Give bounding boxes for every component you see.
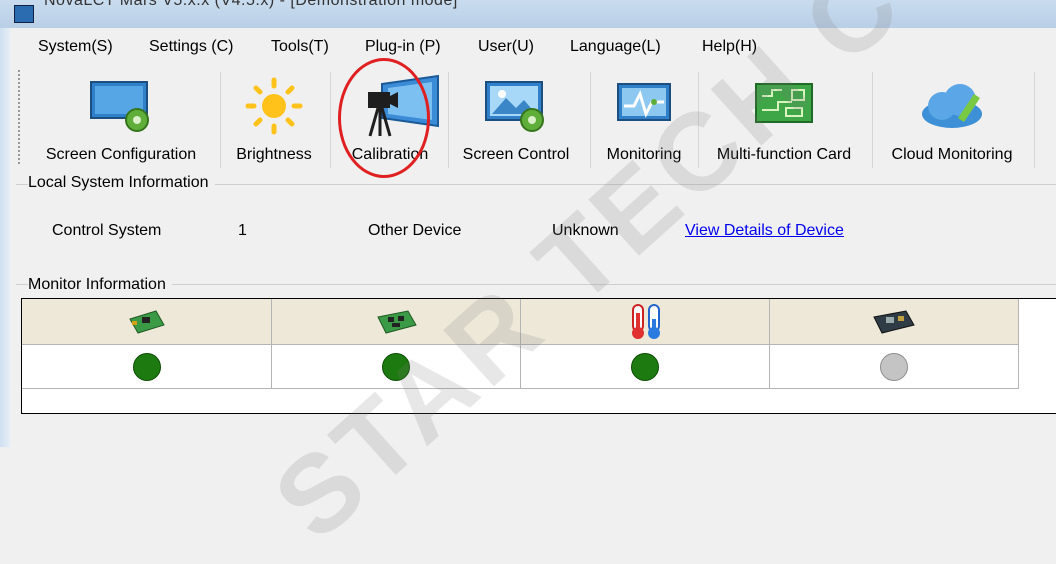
toolbar-separator: [448, 72, 449, 168]
toolbar-separator: [698, 72, 699, 168]
screen-control-button[interactable]: Screen Control: [452, 68, 580, 172]
brightness-button[interactable]: Brightness: [224, 68, 324, 172]
status-dot-unknown: [880, 352, 908, 381]
monitor-table: [21, 298, 1056, 414]
other-device-value: Unknown: [552, 222, 619, 239]
status-dot-ok: [382, 352, 410, 381]
monitor-info-title: Monitor Information: [28, 276, 172, 294]
status-dot-ok: [132, 352, 161, 381]
monitoring-button[interactable]: Monitoring: [594, 68, 694, 172]
status-dot-ok: [631, 352, 659, 381]
menu-system[interactable]: System(S): [38, 38, 113, 56]
menu-tools[interactable]: Tools(T): [271, 38, 329, 56]
cloud-monitoring-button[interactable]: Cloud Monitoring: [876, 68, 1028, 172]
temperature-column[interactable]: [521, 299, 770, 345]
circuit-board-icon: [755, 83, 813, 123]
control-system-label: Control System: [52, 222, 162, 239]
monitor-card-status: [770, 345, 1019, 389]
toolbar-grip[interactable]: [18, 70, 20, 166]
toolbar-label: Brightness: [236, 146, 312, 163]
monitor-card-icon: [873, 310, 915, 334]
menu-help[interactable]: Help(H): [702, 38, 757, 56]
sending-card-column[interactable]: [22, 299, 272, 345]
receiving-card-status: [272, 345, 521, 389]
temperature-status: [521, 345, 770, 389]
toolbar-separator: [330, 72, 331, 168]
view-details-link[interactable]: View Details of Device: [685, 222, 844, 240]
toolbar-separator: [220, 72, 221, 168]
menu-user[interactable]: User(U): [478, 38, 534, 56]
window-left-border: [0, 28, 10, 447]
screen-control-icon: [485, 81, 544, 132]
monitor-info-group: [16, 284, 1056, 295]
app-icon: [14, 5, 34, 23]
toolbar-separator: [1034, 72, 1035, 168]
menu-language[interactable]: Language(L): [570, 38, 661, 56]
sun-icon: [245, 77, 303, 135]
menu-settings[interactable]: Settings (C): [149, 38, 233, 56]
window-title: NovaLCT Mars V5.x.x (V4.5.x) - [Demonstr…: [44, 0, 458, 9]
thermometer-icon: [632, 304, 660, 339]
other-device-label: Other Device: [368, 222, 462, 239]
local-system-info-group: [16, 184, 1056, 271]
receiving-card-column[interactable]: [272, 299, 521, 345]
highlight-circle: [338, 58, 430, 178]
multi-function-card-button[interactable]: Multi-function Card: [702, 68, 866, 172]
toolbar-label: Multi-function Card: [716, 146, 852, 163]
title-bar: NovaLCT Mars V5.x.x (V4.5.x) - [Demonstr…: [0, 0, 1056, 28]
screen-config-icon: [90, 81, 149, 132]
sending-card-icon: [129, 310, 165, 334]
local-system-info-title: Local System Information: [28, 174, 215, 192]
toolbar-label: Screen Control: [462, 146, 570, 163]
screen-configuration-button[interactable]: Screen Configuration: [28, 68, 214, 172]
cloud-icon: [922, 84, 982, 128]
toolbar-separator: [590, 72, 591, 168]
receiving-card-icon: [377, 310, 417, 334]
sending-card-status: [22, 345, 272, 389]
monitor-card-column[interactable]: [770, 299, 1019, 345]
toolbar-label: Screen Configuration: [45, 146, 197, 163]
control-system-value: 1: [238, 222, 247, 239]
toolbar-label: Cloud Monitoring: [891, 146, 1013, 163]
menu-plugin[interactable]: Plug-in (P): [365, 38, 441, 56]
toolbar-label: Monitoring: [606, 146, 682, 163]
monitoring-icon: [617, 83, 671, 121]
toolbar-separator: [872, 72, 873, 168]
